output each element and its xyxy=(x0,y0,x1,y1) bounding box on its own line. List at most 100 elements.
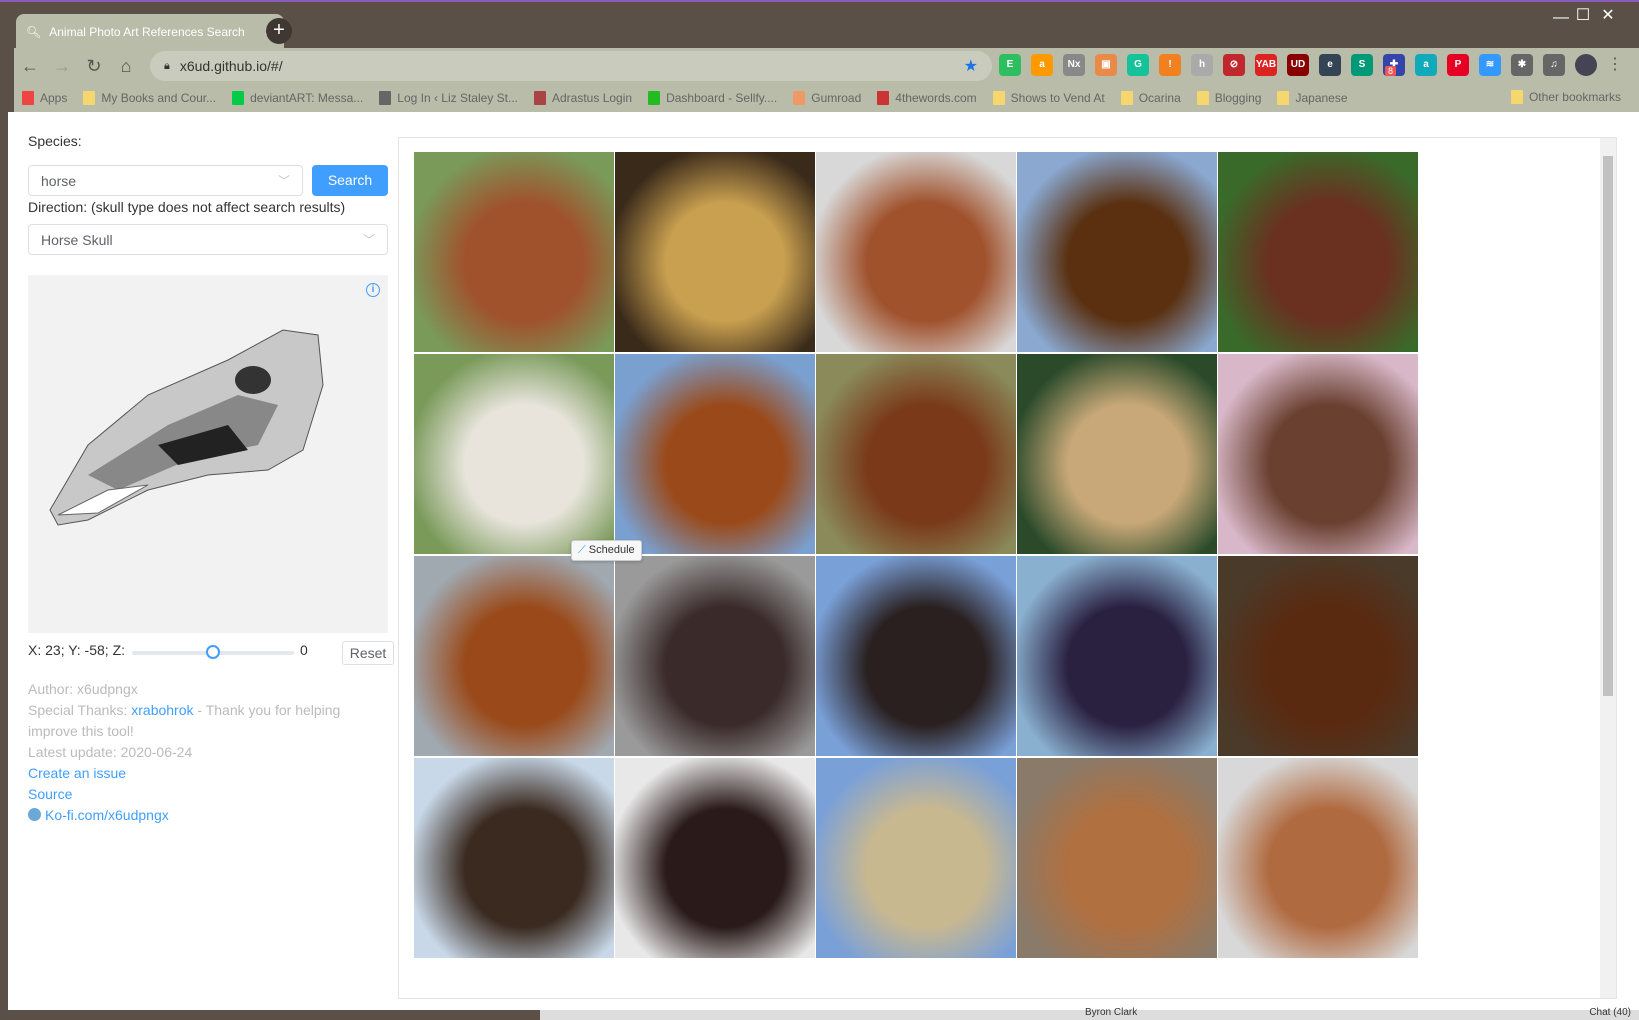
create-issue-link[interactable]: Create an issue xyxy=(28,765,126,781)
bookmark-adrastus-login[interactable]: Adrastus Login xyxy=(534,91,632,105)
block-extension-icon[interactable]: ⊘ xyxy=(1223,54,1245,76)
horse-photo-4[interactable] xyxy=(1017,152,1217,352)
schedule-tooltip-button[interactable]: ⟋ Schedule xyxy=(571,540,642,561)
z-rotation-slider[interactable] xyxy=(132,645,294,659)
tab-title: Animal Photo Art References Search xyxy=(49,25,245,39)
horse-photo-16[interactable] xyxy=(414,758,614,958)
reset-button[interactable]: Reset xyxy=(342,641,394,665)
horse-photo-9[interactable] xyxy=(1017,354,1217,554)
grammarly-extension-icon[interactable]: G xyxy=(1127,54,1149,76)
species-label: Species: xyxy=(28,133,82,149)
bookmark-label: Dashboard - Sellfy.... xyxy=(666,91,778,105)
slider-handle[interactable] xyxy=(206,645,220,659)
bookmark-label: Ocarina xyxy=(1138,91,1181,105)
bookmark-japanese[interactable]: Japanese xyxy=(1277,91,1348,105)
media-extension-icon[interactable]: ♫ xyxy=(1543,54,1565,76)
schedule-icon: ⟋ xyxy=(578,544,589,556)
folder-icon xyxy=(992,91,1005,105)
scrollbar-thumb[interactable] xyxy=(1603,156,1613,696)
bookmark-gumroad[interactable]: Gumroad xyxy=(793,91,861,105)
yab-extension-icon[interactable]: YAB xyxy=(1255,54,1277,76)
bookmarks-bar: Apps My Books and Cour... deviantART: Mess… xyxy=(14,84,1639,112)
horse-photo-12[interactable] xyxy=(615,556,815,756)
horse-photo-7[interactable] xyxy=(615,354,815,554)
skull-select[interactable]: Horse Skull ﹀ xyxy=(28,224,388,255)
skull-value: Horse Skull xyxy=(41,231,113,248)
species-select[interactable]: horse ﹀ xyxy=(28,165,303,196)
tab-active[interactable]: 🔍︎ Animal Photo Art References Search ✕ xyxy=(16,14,284,50)
skull-3d-viewer[interactable]: i xyxy=(28,275,388,633)
chevron-down-icon: ﹀ xyxy=(362,233,375,247)
ublock-extension-icon[interactable]: UD xyxy=(1287,54,1309,76)
horse-photo-15[interactable] xyxy=(1218,556,1418,756)
apps-icon xyxy=(22,91,34,105)
e-extension-icon[interactable]: e xyxy=(1319,54,1341,76)
key-extension-icon[interactable]: ! xyxy=(1159,54,1181,76)
thanks-link[interactable]: xrabohrok xyxy=(131,702,193,718)
source-link[interactable]: Source xyxy=(28,786,72,802)
direction-label: Direction: (skull type does not affect s… xyxy=(28,199,346,215)
address-bar[interactable]: 🔒︎ x6ud.github.io/#/ ★ xyxy=(150,51,992,81)
amazon-extension-icon[interactable]: a xyxy=(1031,54,1053,76)
home-button[interactable]: ⌂ xyxy=(110,56,142,77)
schedule-label: Schedule xyxy=(588,544,635,556)
bookmark-4thewords-com[interactable]: 4thewords.com xyxy=(877,91,977,105)
h-extension-icon[interactable]: h xyxy=(1191,54,1213,76)
reload-button[interactable]: ↻ xyxy=(78,56,110,77)
a8-extension-icon[interactable]: a xyxy=(1415,54,1437,76)
horse-photo-3[interactable] xyxy=(816,152,1016,352)
horse-photo-5[interactable] xyxy=(1218,152,1418,352)
horse-photo-14[interactable] xyxy=(1017,556,1217,756)
photo-grid xyxy=(398,137,1617,999)
horse-photo-8[interactable] xyxy=(816,354,1016,554)
notification-badge: 8 xyxy=(1385,66,1397,76)
bookmark-label: Adrastus Login xyxy=(552,91,633,105)
other-bookmarks[interactable]: Other bookmarks xyxy=(1510,90,1621,104)
horse-photo-6[interactable] xyxy=(414,354,614,554)
bookmark-log-in-liz-staley-st[interactable]: Log In ‹ Liz Staley St... xyxy=(379,91,518,105)
profile-avatar[interactable] xyxy=(1575,54,1597,76)
bookmark-ocarina[interactable]: Ocarina xyxy=(1120,91,1181,105)
close-window-button[interactable]: ✕ xyxy=(1585,4,1631,28)
bookmark-shows-to-vend-at[interactable]: Shows to Vend At xyxy=(992,91,1105,105)
horse-photo-17[interactable] xyxy=(615,758,815,958)
search-button[interactable]: Search xyxy=(312,165,388,196)
special-thanks: Special Thanks: xrabohrok - Thank you fo… xyxy=(28,700,348,742)
bookmark-star-icon[interactable]: ★ xyxy=(964,56,978,76)
bookmark-deviantart-messa[interactable]: deviantART: Messa... xyxy=(232,91,363,105)
bookmark-blogging[interactable]: Blogging xyxy=(1196,91,1261,105)
info-icon[interactable]: i xyxy=(366,283,380,297)
horse-photo-19[interactable] xyxy=(1017,758,1217,958)
back-button[interactable]: ← xyxy=(14,56,46,77)
toolbar: ← → ↻ ⌂ 🔒︎ x6ud.github.io/#/ ★ Ea Nx ▣ G! h ⊘… xyxy=(14,48,1639,84)
horse-photo-11[interactable] xyxy=(414,556,614,756)
bookmark-apps[interactable]: Apps xyxy=(22,91,67,105)
author-text: Author: x6udpngx xyxy=(28,681,138,697)
bookmark-dashboard-sellfy[interactable]: Dashboard - Sellfy.... xyxy=(648,91,777,105)
wing-extension-icon[interactable]: ≋ xyxy=(1479,54,1501,76)
evernote-extension-icon[interactable]: E xyxy=(999,54,1021,76)
horse-photo-1[interactable] xyxy=(414,152,614,352)
kofi-link[interactable]: Ko-fi.com/x6udpngx xyxy=(45,807,169,823)
folder-icon xyxy=(83,91,96,105)
deviantart-icon xyxy=(232,91,245,105)
horse-photo-20[interactable] xyxy=(1218,758,1418,958)
image-extension-icon[interactable]: ▣ xyxy=(1095,54,1117,76)
pinterest-extension-icon[interactable]: P xyxy=(1447,54,1469,76)
scrollbar[interactable] xyxy=(1600,138,1616,998)
horse-photo-2[interactable] xyxy=(615,152,815,352)
s-extension-icon[interactable]: S xyxy=(1351,54,1373,76)
species-value: horse xyxy=(41,172,77,189)
puzzle-extension-icon[interactable]: ✱ xyxy=(1511,54,1533,76)
horse-photo-10[interactable] xyxy=(1218,354,1418,554)
folder-icon xyxy=(1120,91,1133,105)
horse-photo-13[interactable] xyxy=(816,556,1016,756)
forward-button[interactable]: → xyxy=(46,56,78,77)
bookmark-my-books-and-cour[interactable]: My Books and Cour... xyxy=(83,91,216,105)
nx-extension-icon[interactable]: Nx xyxy=(1063,54,1085,76)
new-tab-button[interactable]: + xyxy=(266,18,292,44)
horse-photo-18[interactable] xyxy=(816,758,1016,958)
menu-icon[interactable]: ⋮ xyxy=(1607,54,1623,76)
folder-icon xyxy=(1277,91,1290,105)
other-bookmarks-label: Other bookmarks xyxy=(1528,90,1621,104)
